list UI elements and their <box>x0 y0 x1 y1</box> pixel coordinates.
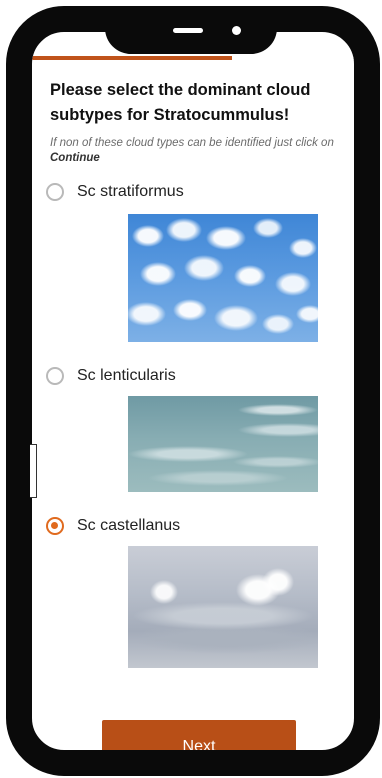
option-label: Sc castellanus <box>77 517 181 534</box>
hint-text: If non of these cloud types can be ident… <box>50 137 334 149</box>
next-button[interactable]: Next <box>102 720 296 750</box>
castellanus-cloud-image <box>128 546 318 668</box>
question-hint: If non of these cloud types can be ident… <box>50 136 340 166</box>
radio-button[interactable] <box>46 367 64 385</box>
radio-button[interactable] <box>46 517 64 535</box>
hint-continue: Continue <box>50 152 100 164</box>
progress-fill <box>32 56 232 60</box>
radio-option-stratiformus[interactable]: Sc stratiformus <box>46 180 184 204</box>
radio-option-lenticularis[interactable]: Sc lenticularis <box>46 364 176 388</box>
side-handle <box>30 444 37 498</box>
speaker-grill <box>173 28 203 33</box>
lenticularis-cloud-image <box>128 396 318 492</box>
camera-icon <box>232 26 241 35</box>
option-label: Sc lenticularis <box>77 367 176 384</box>
phone-frame: Please select the dominant cloud subtype… <box>6 6 380 776</box>
progress-bar <box>32 56 354 60</box>
radio-option-castellanus[interactable]: Sc castellanus <box>46 514 180 538</box>
option-label: Sc stratiformus <box>77 183 184 200</box>
stratiformus-cloud-image <box>128 214 318 342</box>
radio-button[interactable] <box>46 183 64 201</box>
phone-notch <box>105 6 277 54</box>
question-content: Please select the dominant cloud subtype… <box>50 78 340 166</box>
question-title: Please select the dominant cloud subtype… <box>50 81 311 124</box>
